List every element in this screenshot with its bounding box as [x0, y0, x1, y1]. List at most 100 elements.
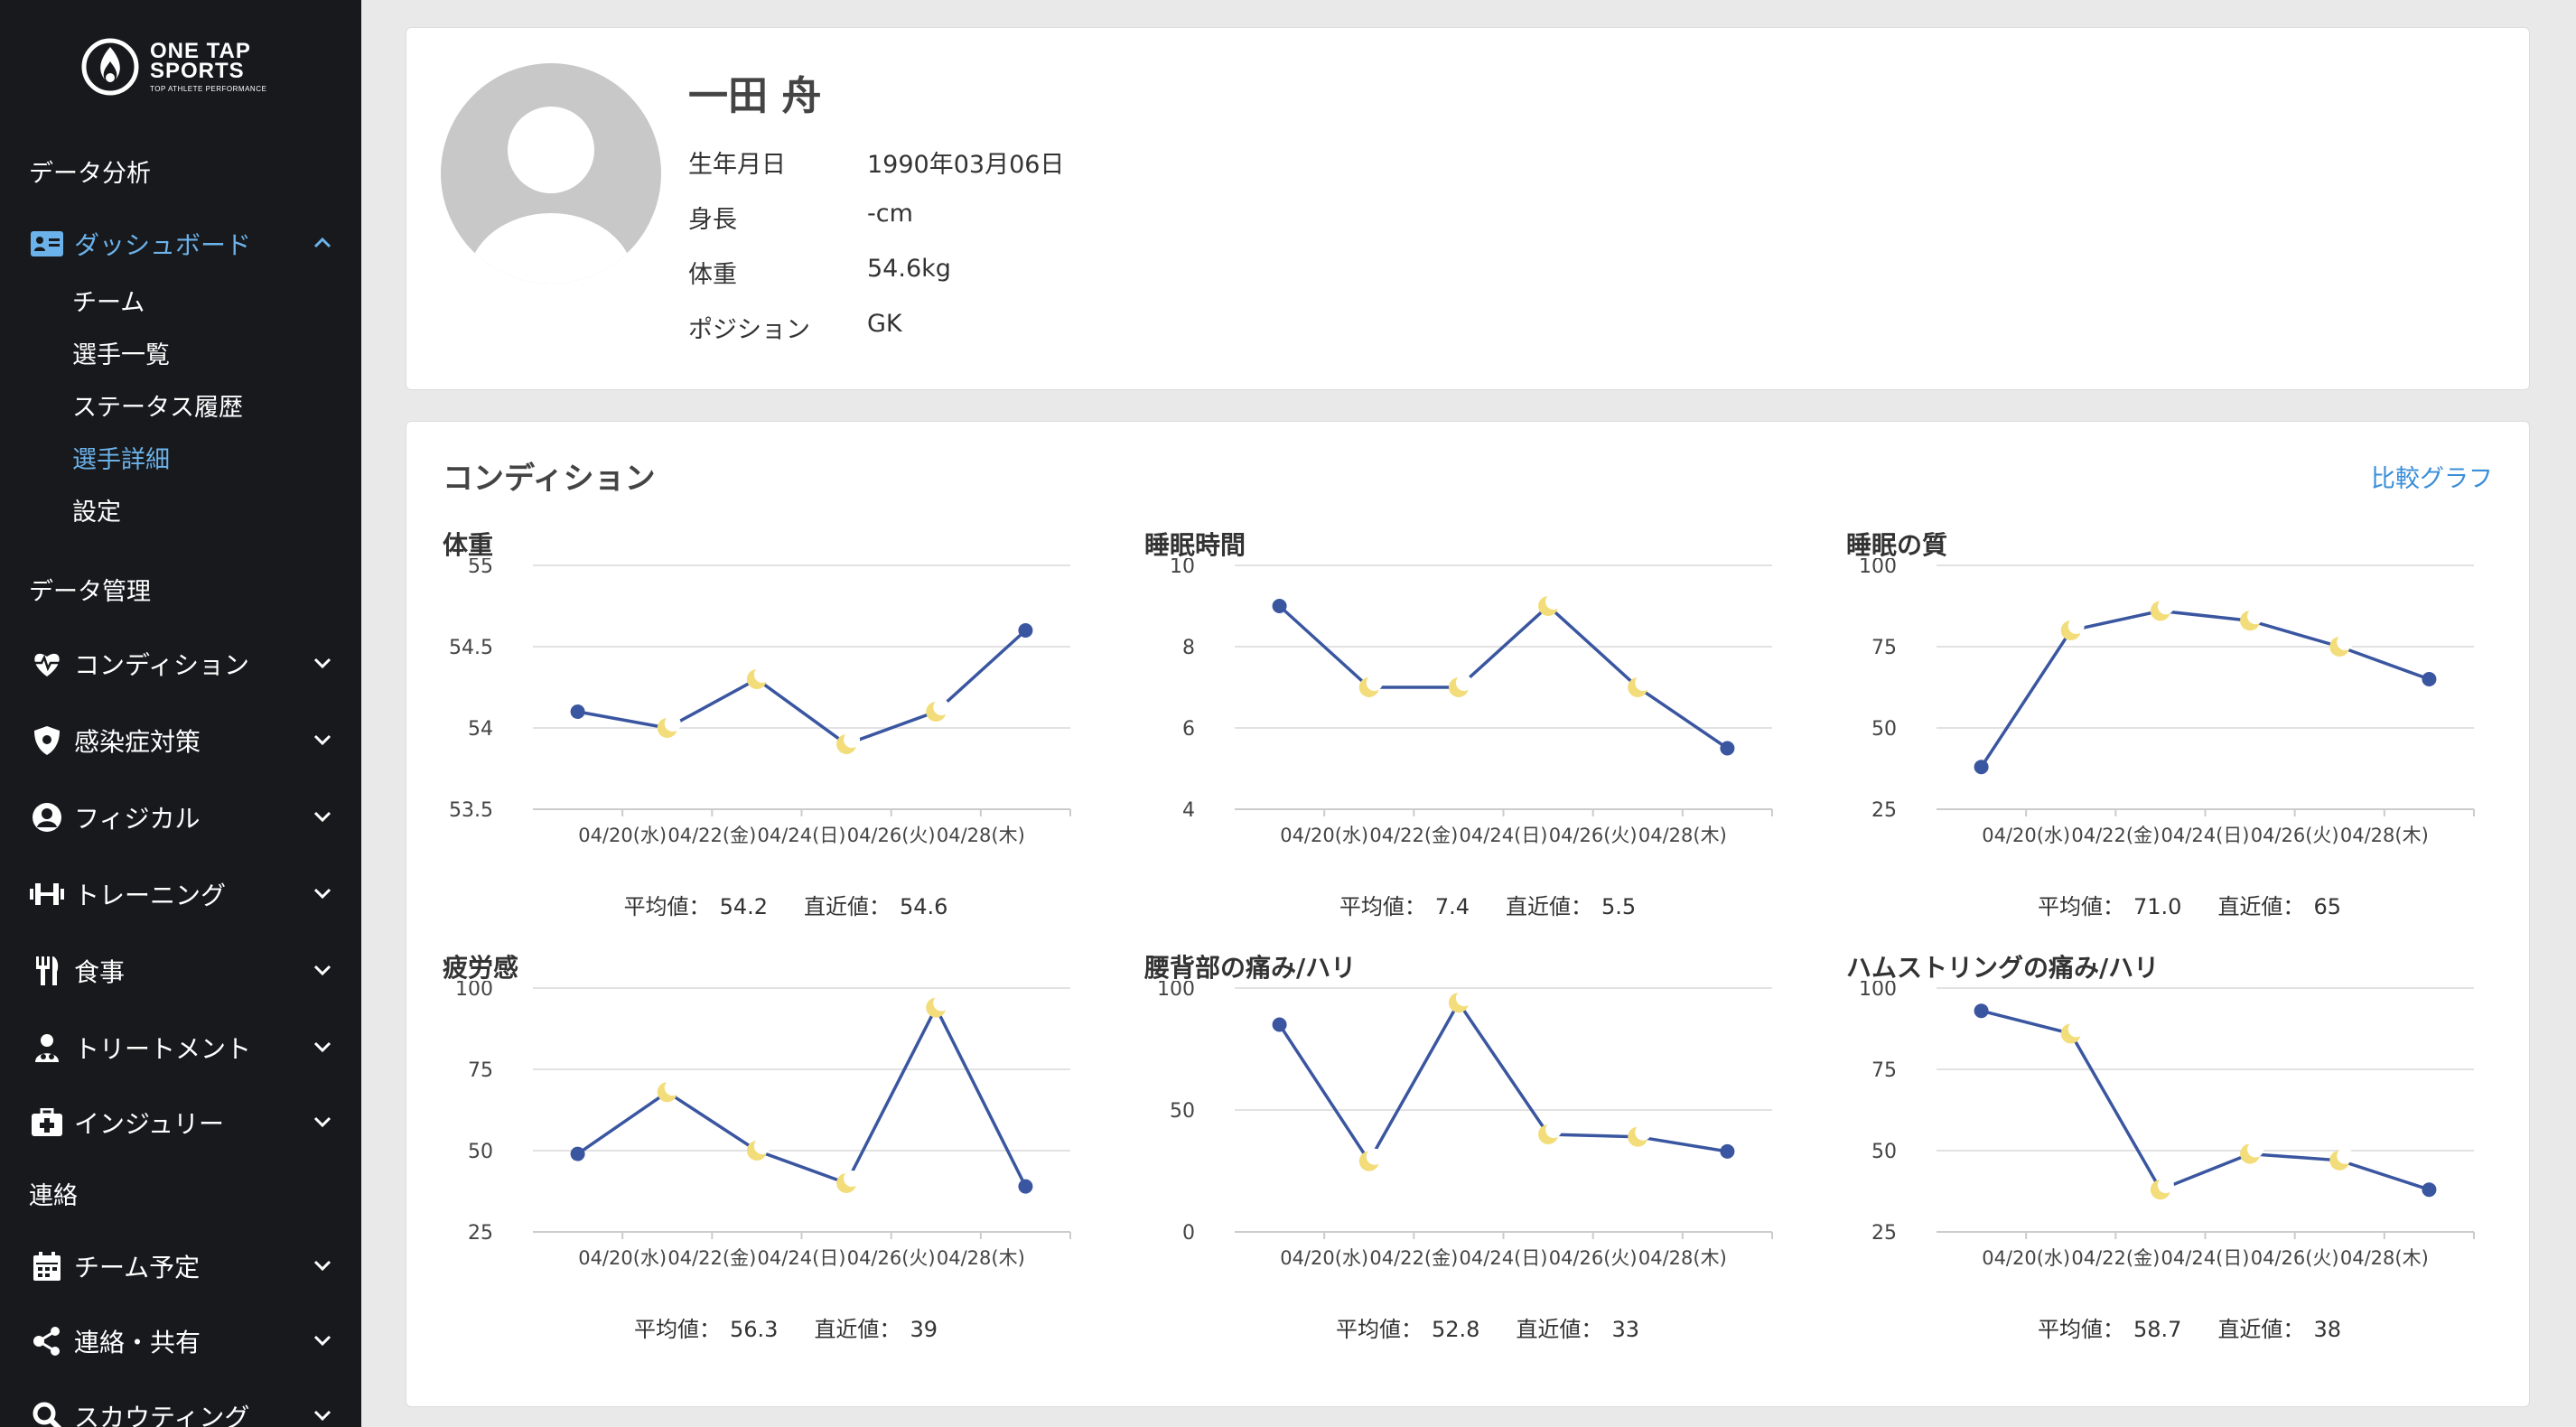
chart-summary: 平均値： 7.4 直近値： 5.5: [1144, 889, 1831, 920]
x-tick-label: 04/24(日): [2161, 1247, 2250, 1269]
chevron-down-icon[interactable]: [309, 1108, 336, 1135]
sidebar: ONE TAP SPORTS TOP ATHLETE PERFORMANCE デ…: [0, 0, 361, 1427]
sidebar-item-scouting[interactable]: スカウティング: [29, 1394, 336, 1427]
chevron-down-icon[interactable]: [309, 1033, 336, 1060]
sidebar-sub-player-list[interactable]: 選手一覧: [72, 335, 170, 370]
chevron-up-icon[interactable]: [309, 229, 336, 256]
x-tick-label: 04/22(金): [2071, 1247, 2160, 1269]
chevron-down-icon[interactable]: [309, 726, 336, 753]
data-point[interactable]: [570, 1146, 585, 1161]
sidebar-item-team-schedule[interactable]: チーム予定: [29, 1244, 336, 1289]
x-tick-label: 04/20(水): [578, 825, 667, 846]
data-point[interactable]: [2422, 1182, 2437, 1198]
average-value: 54.2: [719, 894, 768, 919]
latest-value: 39: [910, 1317, 938, 1342]
chevron-down-icon[interactable]: [309, 1402, 336, 1427]
moon-marker-icon[interactable]: [2329, 634, 2354, 657]
latest-value: 65: [2313, 894, 2341, 919]
logo[interactable]: ONE TAP SPORTS TOP ATHLETE PERFORMANCE: [81, 36, 289, 108]
chart-title: 体重: [443, 530, 494, 560]
series-line: [1980, 609, 2431, 769]
moon-marker-icon[interactable]: [2240, 1141, 2264, 1164]
search-icon: [29, 1398, 65, 1427]
moon-marker-icon[interactable]: [926, 994, 950, 1018]
y-tick-label: 55: [468, 558, 493, 578]
share-icon: [29, 1323, 65, 1359]
sidebar-item-dashboard[interactable]: ダッシュボード: [29, 221, 336, 266]
chevron-down-icon[interactable]: [309, 803, 336, 830]
logo-flame-icon: [81, 38, 139, 96]
y-tick-label: 8: [1182, 637, 1195, 659]
chevron-down-icon[interactable]: [309, 649, 336, 676]
height-label: 身長: [688, 206, 737, 234]
position-value: GK: [867, 310, 902, 338]
sidebar-item-physical[interactable]: フィジカル: [29, 795, 336, 840]
series-line: [576, 1003, 1027, 1188]
position-label: ポジション: [688, 316, 810, 344]
data-point[interactable]: [1720, 741, 1735, 756]
sidebar-item-infection-control[interactable]: 感染症対策: [29, 718, 336, 763]
data-point[interactable]: [1720, 1143, 1735, 1159]
sidebar-item-training-label: トレーニング: [74, 881, 227, 910]
moon-marker-icon[interactable]: [836, 1171, 861, 1193]
data-point[interactable]: [1974, 760, 1989, 775]
latest-value: 54.6: [900, 894, 948, 919]
data-point[interactable]: [1272, 599, 1287, 613]
moon-marker-icon[interactable]: [746, 1138, 770, 1161]
x-tick-label: 04/26(火): [1549, 825, 1638, 846]
user-md-icon: [29, 1030, 65, 1066]
data-point[interactable]: [1272, 1017, 1287, 1032]
weight-value: 54.6kg: [867, 255, 951, 283]
y-tick-label: 25: [1871, 799, 1897, 822]
x-tick-label: 04/26(火): [847, 1247, 936, 1269]
sidebar-sub-team[interactable]: チーム: [72, 283, 145, 318]
moon-marker-icon[interactable]: [1538, 593, 1563, 616]
chevron-down-icon[interactable]: [309, 956, 336, 984]
moon-marker-icon[interactable]: [2150, 598, 2174, 621]
line-chart: 100 50 0 04/20(水) 04/22(金) 04/24(日) 04/26(火) 04…: [1157, 981, 1773, 1269]
latest-label: 直近値：: [2217, 894, 2305, 919]
data-point[interactable]: [1018, 1179, 1033, 1194]
data-point[interactable]: [2422, 672, 2437, 686]
average-label: 平均値：: [2038, 894, 2124, 919]
player-name: 一田 舟: [688, 73, 822, 119]
moon-marker-icon[interactable]: [1448, 675, 1472, 697]
average-label: 平均値：: [1339, 894, 1426, 919]
avatar: [441, 63, 661, 284]
chevron-down-icon[interactable]: [309, 1327, 336, 1354]
data-point[interactable]: [570, 704, 585, 719]
data-point[interactable]: [1974, 1003, 1989, 1019]
sidebar-item-condition[interactable]: コンディション: [29, 641, 336, 686]
moon-marker-icon[interactable]: [1358, 675, 1383, 697]
x-tick-label: 04/26(火): [847, 825, 936, 846]
sidebar-item-training[interactable]: トレーニング: [29, 872, 336, 917]
sidebar-item-treatment[interactable]: トリートメント: [29, 1025, 336, 1070]
data-point[interactable]: [1018, 623, 1033, 638]
sidebar-sub-status-history[interactable]: ステータス履歴: [72, 387, 243, 423]
sidebar-sub-player-detail[interactable]: 選手詳細: [72, 440, 170, 475]
y-tick-label: 54: [468, 718, 493, 741]
line-chart: 100 75 50 25 04/20(水) 04/22(金) 04/24(日) 04/26(火…: [1859, 558, 2475, 846]
chevron-down-icon[interactable]: [309, 1252, 336, 1279]
moon-marker-icon[interactable]: [836, 732, 861, 754]
average-label: 平均値：: [2038, 1317, 2124, 1342]
moon-marker-icon[interactable]: [657, 715, 681, 738]
y-tick-label: 25: [1871, 1222, 1897, 1245]
moon-marker-icon[interactable]: [1628, 1124, 1652, 1147]
compare-graph-link[interactable]: 比較グラフ: [2371, 459, 2493, 494]
chart-summary: 平均値： 52.8 直近値： 33: [1144, 1311, 1831, 1343]
sidebar-item-injury[interactable]: インジュリー: [29, 1100, 336, 1145]
sidebar-sub-settings[interactable]: 設定: [72, 492, 121, 527]
moon-marker-icon[interactable]: [2240, 608, 2264, 631]
sidebar-item-meal[interactable]: 食事: [29, 948, 336, 993]
moon-marker-icon[interactable]: [2060, 1021, 2085, 1044]
moon-marker-icon[interactable]: [1448, 990, 1472, 1013]
y-tick-label: 25: [468, 1222, 493, 1245]
logo-title-line2: SPORTS: [150, 59, 245, 83]
moon-marker-icon[interactable]: [926, 699, 950, 722]
series-line: [1278, 999, 1728, 1165]
sidebar-item-share[interactable]: 連絡・共有: [29, 1319, 336, 1364]
moon-marker-icon[interactable]: [2060, 618, 2085, 640]
chevron-down-icon[interactable]: [309, 880, 336, 907]
x-tick-label: 04/20(水): [1280, 1247, 1368, 1269]
